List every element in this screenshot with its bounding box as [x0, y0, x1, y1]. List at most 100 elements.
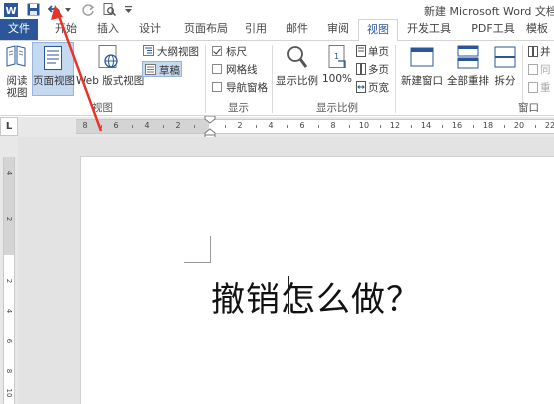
outline-button[interactable]: 大纲视图: [142, 44, 200, 58]
view-side-by-side-button[interactable]: 并: [528, 44, 551, 59]
print-preview-icon[interactable]: [100, 0, 118, 19]
print-layout-label: 页面视图: [33, 75, 75, 87]
ruler-tick: [348, 125, 350, 128]
horizontal-ruler[interactable]: 8 6 4 2 2 4 6 8 10 12 14 16 18 20 22: [76, 119, 554, 134]
ruler-number: 16: [451, 121, 463, 130]
svg-text:W: W: [5, 6, 16, 17]
ruler-number: 12: [389, 121, 401, 130]
split-label: 拆分: [494, 75, 516, 87]
group-separator: [395, 45, 396, 113]
read-mode-label-2: 视图: [6, 87, 28, 99]
side-by-side-label: 并: [540, 46, 551, 58]
ruler-number: 6: [299, 121, 305, 130]
tab-design[interactable]: 设计: [128, 19, 172, 40]
tab-page-layout[interactable]: 页面布局: [176, 19, 236, 40]
gridlines-label: 网格线: [226, 64, 258, 76]
customize-qat-icon[interactable]: [122, 0, 134, 19]
ruler-tick: [286, 125, 288, 128]
zoom-magnifier-icon: [287, 46, 308, 68]
new-window-label: 新建窗口: [401, 75, 443, 87]
group-label-show: 显示: [228, 102, 249, 114]
tab-view[interactable]: 视图: [358, 19, 398, 41]
ruler-tick: [317, 125, 319, 128]
tab-references[interactable]: 引用: [236, 19, 276, 40]
one-page-label: 单页: [368, 46, 389, 58]
zoom-100-button[interactable]: 1 100%: [320, 43, 354, 95]
vertical-ruler-number: 8: [5, 368, 13, 374]
document-title: 新建 Microsoft Word 文档 (2: [424, 5, 554, 18]
read-mode-icon: [6, 45, 26, 67]
ruler-tick: [503, 125, 505, 128]
vertical-ruler-number: 2: [5, 278, 13, 284]
page-width-icon: [356, 81, 366, 93]
page-width-label: 页宽: [368, 82, 389, 94]
split-icon: [494, 46, 516, 68]
outline-label: 大纲视图: [157, 46, 199, 58]
group-label-zoom: 显示比例: [316, 102, 358, 114]
split-button[interactable]: 拆分: [490, 43, 520, 95]
ruler-checkbox[interactable]: 标尺: [212, 44, 247, 59]
gridlines-checkbox[interactable]: 网格线: [212, 62, 258, 77]
document-text[interactable]: 撤销怎么做？: [211, 272, 421, 321]
ruler-number: 18: [482, 121, 494, 130]
arrange-all-button[interactable]: 全部重排: [446, 43, 490, 95]
ruler-tick: [534, 125, 536, 128]
vertical-ruler-number: 4: [5, 170, 13, 176]
tab-mailings[interactable]: 邮件: [276, 19, 318, 40]
vertical-ruler-number: 6: [5, 338, 13, 344]
undo-icon[interactable]: [46, 0, 64, 19]
draft-label: 草稿: [159, 65, 180, 77]
svg-text:1: 1: [334, 52, 339, 61]
gridlines-check-icon: [212, 64, 222, 74]
new-window-icon: [410, 47, 434, 67]
one-page-icon: [356, 45, 366, 57]
tab-selector-icon[interactable]: L: [0, 117, 18, 136]
undo-dropdown-icon[interactable]: [64, 0, 72, 19]
web-layout-button[interactable]: Web 版式视图: [76, 43, 144, 95]
sync-scroll-label: 同: [540, 64, 551, 76]
multi-page-label: 多页: [368, 64, 389, 76]
web-layout-icon: [98, 45, 118, 68]
zoom-button[interactable]: 显示比例: [276, 43, 318, 95]
word-app-icon[interactable]: W: [2, 0, 20, 19]
multi-page-button[interactable]: 多页: [356, 62, 389, 77]
tab-review[interactable]: 审阅: [318, 19, 358, 40]
group-separator: [205, 45, 206, 113]
vertical-ruler-number: 2: [5, 216, 13, 222]
tab-home[interactable]: 开始: [44, 19, 88, 40]
tab-insert[interactable]: 插入: [88, 19, 128, 40]
tab-templates[interactable]: 模板: [526, 19, 554, 40]
ruler-number: 8: [330, 121, 336, 130]
sync-scroll-icon: [528, 64, 538, 75]
reset-window-button[interactable]: 重: [528, 80, 551, 95]
sync-scroll-button[interactable]: 同: [528, 62, 551, 77]
read-mode-button[interactable]: 阅读 视图: [2, 43, 30, 99]
ruler-tick: [255, 125, 257, 128]
save-icon[interactable]: [24, 0, 42, 19]
print-layout-button[interactable]: 页面视图: [32, 42, 75, 96]
zoom-100-label: 100%: [321, 73, 353, 85]
redo-icon[interactable]: [80, 0, 96, 19]
ruler-tick: [224, 125, 226, 128]
ruler-tick: [100, 125, 102, 128]
nav-pane-check-icon: [212, 82, 222, 92]
tab-developer[interactable]: 开发工具: [400, 19, 458, 40]
tab-pdf-tools[interactable]: PDF工具: [464, 19, 522, 40]
tab-file[interactable]: 文件: [0, 19, 38, 40]
ruler-number: 10: [358, 121, 370, 130]
one-page-button[interactable]: 单页: [356, 44, 389, 59]
ribbon-view: 阅读 视图 页面视图 Web 版式视图 大纲视图 草稿 视图 标尺 网格线 导航…: [0, 40, 554, 116]
nav-pane-checkbox[interactable]: 导航窗格: [212, 80, 268, 95]
zoom-label: 显示比例: [276, 75, 318, 87]
group-separator: [272, 45, 273, 113]
side-by-side-icon: [528, 46, 538, 57]
outline-icon: [143, 45, 154, 56]
vertical-ruler[interactable]: 4 2 2 4 6 8 10: [0, 137, 18, 404]
ruler-tick: [472, 125, 474, 128]
new-window-button[interactable]: 新建窗口: [400, 43, 444, 95]
ruler-tick: [441, 125, 443, 128]
draft-button[interactable]: 草稿: [142, 61, 182, 77]
page-width-button[interactable]: 页宽: [356, 80, 389, 95]
reset-window-label: 重: [540, 82, 551, 94]
vertical-ruler-number: 4: [5, 308, 13, 314]
